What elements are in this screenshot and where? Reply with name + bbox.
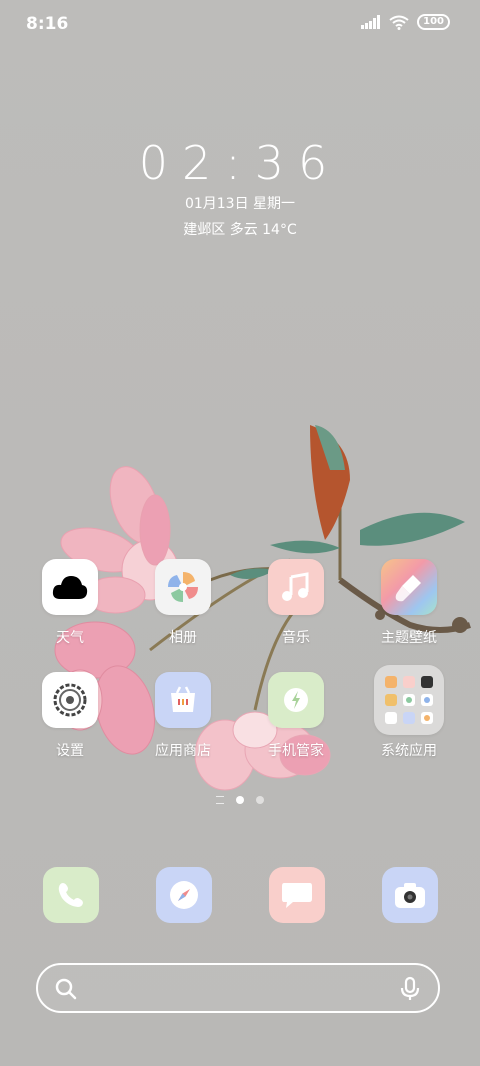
app-label: 相册 — [169, 630, 197, 646]
search-icon — [55, 978, 77, 1000]
page-indicator-dot — [256, 796, 264, 804]
signal-icon — [361, 15, 381, 29]
app-label: 手机管家 — [268, 743, 324, 759]
folder-icon — [374, 665, 444, 735]
app-security[interactable]: 手机管家 — [248, 672, 344, 760]
dock-messages[interactable] — [269, 867, 325, 923]
clock-widget-weather: 建邺区 多云 14°C — [183, 222, 297, 238]
settings-gear-icon — [42, 672, 98, 728]
app-store[interactable]: 应用商店 — [135, 672, 231, 760]
search-bar[interactable] — [36, 963, 440, 1013]
app-label: 天气 — [56, 630, 84, 646]
battery-indicator: 100 — [417, 14, 450, 30]
browser-compass-icon — [170, 881, 198, 909]
clock-widget-time[interactable]: 02:36 — [0, 136, 480, 190]
themes-brush-icon — [381, 559, 437, 615]
status-time: 8:16 — [26, 14, 69, 34]
phone-icon — [58, 883, 83, 907]
app-music[interactable]: 音乐 — [248, 559, 344, 647]
dock-camera[interactable] — [382, 867, 438, 923]
page-indicator[interactable] — [0, 796, 480, 804]
music-note-icon — [268, 559, 324, 615]
app-gallery[interactable]: 相册 — [135, 559, 231, 647]
dock-phone[interactable] — [43, 867, 99, 923]
page-indicator-minus-one — [216, 796, 224, 804]
status-bar: 8:16 100 — [0, 0, 480, 48]
dock-browser[interactable] — [156, 867, 212, 923]
clock-widget-date: 01月13日 星期一 — [184, 196, 296, 212]
weather-cloud-icon — [42, 559, 98, 615]
app-themes[interactable]: 主题壁纸 — [361, 559, 457, 647]
search-input[interactable] — [94, 973, 382, 1005]
store-bag-icon — [155, 672, 211, 728]
messages-icon — [282, 883, 312, 908]
app-label: 主题壁纸 — [381, 630, 437, 646]
app-weather[interactable]: 天气 — [22, 559, 118, 647]
app-label: 音乐 — [282, 630, 310, 646]
security-shield-icon — [268, 672, 324, 728]
microphone-icon[interactable] — [398, 976, 422, 1002]
gallery-pinwheel-icon — [155, 559, 211, 615]
wifi-icon — [389, 15, 409, 30]
app-label: 设置 — [56, 743, 84, 759]
camera-icon — [395, 883, 425, 908]
status-icons: 100 — [361, 14, 450, 30]
app-label: 系统应用 — [381, 743, 437, 759]
page-indicator-dot-active — [236, 796, 244, 804]
app-label: 应用商店 — [155, 743, 211, 759]
app-settings[interactable]: 设置 — [22, 672, 118, 760]
folder-system-apps[interactable]: 系统应用 — [361, 665, 457, 760]
